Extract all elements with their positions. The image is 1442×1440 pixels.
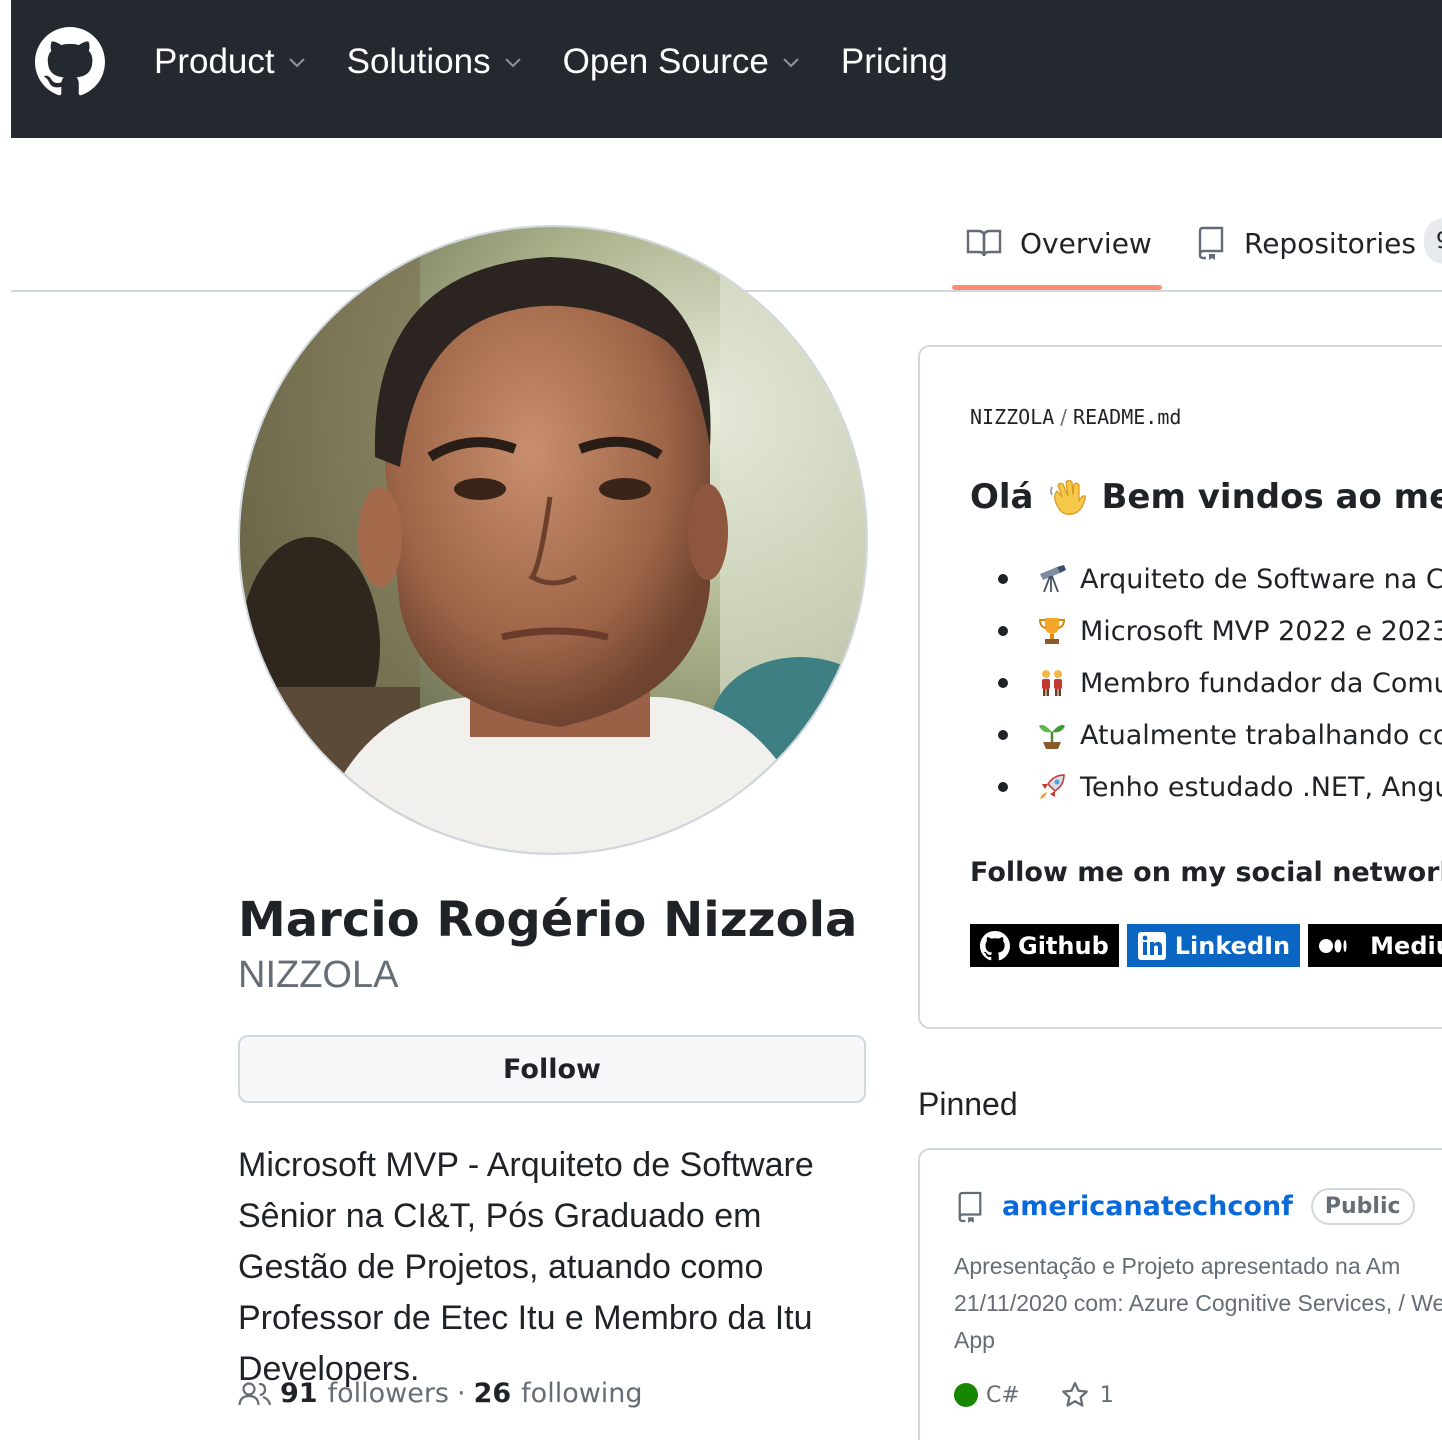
- readme-owner[interactable]: NIZZOLA: [970, 405, 1054, 429]
- readme-heading: Olá Bem vindos ao meu: [970, 477, 1442, 517]
- nav-open-source[interactable]: Open Source: [563, 42, 801, 82]
- followers-label: followers: [327, 1378, 449, 1409]
- list-item: Membro fundador da Comu: [990, 657, 1442, 709]
- github-badge-label: Github: [1018, 931, 1109, 960]
- pinned-repo-name-link[interactable]: americanatechconf: [1002, 1191, 1293, 1222]
- trophy-icon: [1036, 615, 1068, 647]
- followers-link[interactable]: 91 followers: [280, 1378, 449, 1409]
- list-item: Arquiteto de Software na CI: [990, 553, 1442, 605]
- star-icon: [1061, 1382, 1088, 1407]
- tab-overview[interactable]: Overview: [966, 220, 1152, 266]
- following-label: following: [521, 1378, 643, 1409]
- repo-language: C#: [986, 1382, 1020, 1408]
- list-item-text: Microsoft MVP 2022 e 2023: [1080, 615, 1442, 647]
- chevron-down-icon: [504, 58, 521, 68]
- readme-heading-end: Bem vindos ao meu: [1101, 477, 1442, 517]
- profile-full-name: Marcio Rogério Nizzola: [238, 892, 858, 948]
- profile-username: NIZZOLA: [238, 954, 399, 996]
- stats-separator: ·: [457, 1378, 466, 1409]
- nav-product-label: Product: [154, 42, 275, 81]
- seedling-icon: [1036, 719, 1068, 751]
- list-item: Tenho estudado .NET, Angu: [990, 761, 1442, 813]
- github-badge[interactable]: Github: [970, 924, 1119, 967]
- list-item-text: Tenho estudado .NET, Angu: [1080, 771, 1442, 803]
- visibility-badge: Public: [1310, 1188, 1415, 1225]
- people-icon: [238, 1381, 272, 1405]
- bullet: [998, 574, 1008, 584]
- nav-solutions-label: Solutions: [346, 42, 491, 81]
- pinned-heading: Pinned: [918, 1086, 1018, 1122]
- nav-solutions[interactable]: Solutions: [347, 42, 523, 82]
- readme-file[interactable]: README.md: [1073, 405, 1181, 429]
- pinned-repo-meta: C# 1: [954, 1380, 1114, 1410]
- active-tab-indicator: [952, 285, 1162, 290]
- tab-repositories-label: Repositories: [1244, 226, 1416, 260]
- readme-path: NIZZOLA / README.md: [970, 405, 1181, 429]
- list-item-text: Arquiteto de Software na CI: [1080, 563, 1442, 595]
- linkedin-badge-label: LinkedIn: [1174, 931, 1291, 960]
- social-heading: Follow me on my social networks:: [970, 857, 1442, 888]
- repo-icon: [1198, 226, 1224, 260]
- bullet: [998, 782, 1008, 792]
- linkedin-icon: [1137, 931, 1166, 960]
- telescope-icon: [1036, 563, 1068, 595]
- tab-repositories[interactable]: Repositories: [1196, 220, 1416, 266]
- nav-pricing-label: Pricing: [840, 42, 948, 81]
- profile-bio: Microsoft MVP - Arquiteto de Software Sê…: [238, 1146, 814, 1388]
- people-emoji-icon: [1036, 667, 1068, 699]
- linkedin-badge[interactable]: LinkedIn: [1126, 924, 1301, 967]
- list-item: Atualmente trabalhando cor: [990, 709, 1442, 761]
- stars-count: 1: [1099, 1382, 1114, 1408]
- repo-icon: [958, 1191, 982, 1223]
- avatar-photo: [240, 227, 866, 853]
- nav-product[interactable]: Product: [154, 42, 307, 82]
- main-nav: Product Solutions Open Source Pricing: [154, 0, 988, 124]
- avatar[interactable]: [238, 225, 868, 855]
- readme-list: Arquiteto de Software na CI Microsoft MV…: [990, 553, 1442, 813]
- follow-button[interactable]: Follow: [238, 1035, 866, 1103]
- list-item: Microsoft MVP 2022 e 2023: [990, 605, 1442, 657]
- readme-heading-start: Olá: [970, 477, 1034, 517]
- pinned-repo-description: Apresentação e Projeto apresentado na Am…: [954, 1253, 1442, 1353]
- tab-overview-label: Overview: [1020, 226, 1152, 260]
- book-icon: [966, 229, 1002, 257]
- medium-badge[interactable]: Medium: [1308, 924, 1442, 967]
- stars-link[interactable]: 1: [1060, 1380, 1114, 1410]
- readme-path-separator: /: [1060, 405, 1068, 429]
- readme-card: NIZZOLA / README.md Olá Bem vindos ao meu …: [918, 345, 1442, 1029]
- repositories-count-badge: 9: [1424, 218, 1442, 264]
- nav-pricing[interactable]: Pricing: [841, 42, 948, 82]
- following-count: 26: [473, 1378, 512, 1409]
- list-item-text: Atualmente trabalhando cor: [1080, 719, 1442, 751]
- bullet: [998, 626, 1008, 636]
- waving-hand-icon: [1049, 479, 1086, 515]
- pinned-repo-title: americanatechconf Public: [956, 1188, 1415, 1225]
- top-navigation-bar: Product Solutions Open Source Pricing: [11, 0, 1442, 138]
- rocket-icon: [1036, 771, 1068, 803]
- nav-open-source-label: Open Source: [562, 42, 769, 81]
- chevron-down-icon: [288, 58, 305, 68]
- followers-count: 91: [280, 1378, 318, 1409]
- bullet: [998, 730, 1008, 740]
- medium-badge-label: Medium: [1370, 931, 1442, 960]
- github-icon: [980, 930, 1010, 960]
- social-badges: Github LinkedIn Medium: [970, 924, 1442, 967]
- chevron-down-icon: [783, 58, 799, 68]
- follow-stats: 91 followers · 26 following: [238, 1378, 643, 1409]
- list-item-text: Membro fundador da Comu: [1080, 667, 1442, 699]
- medium-icon: [1319, 938, 1347, 953]
- language-color-dot: [954, 1383, 978, 1407]
- pinned-repo-card: americanatechconf Public Apresentação e …: [918, 1148, 1442, 1440]
- github-logo-icon[interactable]: [35, 27, 105, 97]
- bullet: [998, 678, 1008, 688]
- following-link[interactable]: 26 following: [474, 1378, 643, 1409]
